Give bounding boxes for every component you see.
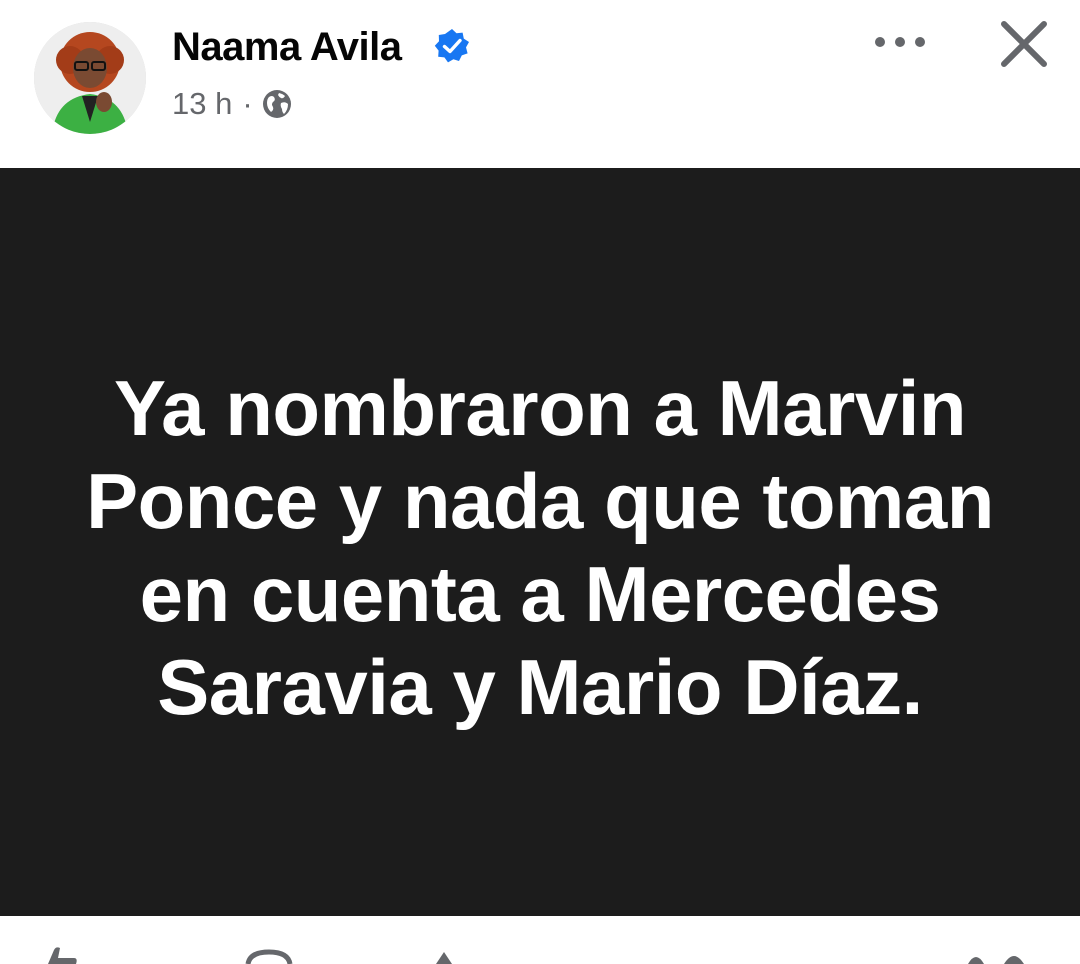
verified-badge-icon [434, 29, 469, 63]
reactions-icon[interactable] [958, 944, 1038, 964]
timestamp[interactable]: 13 h [172, 86, 232, 122]
avatar-image [34, 22, 146, 134]
post-text-image[interactable]: Ya nombraron a Marvin Ponce y nada que t… [0, 168, 1080, 916]
like-icon[interactable] [40, 944, 80, 964]
post-actions-bar [0, 916, 1080, 964]
author-name[interactable]: Naama Avila [172, 22, 402, 72]
globe-icon[interactable] [261, 88, 293, 120]
meta-separator: · [242, 86, 253, 121]
share-icon[interactable] [430, 944, 460, 964]
comment-icon[interactable] [244, 944, 294, 964]
post-meta: 13 h · [172, 84, 293, 124]
post-header: Naama Avila 13 h · [0, 0, 1080, 168]
more-options-icon[interactable] [868, 22, 932, 62]
post-text: Ya nombraron a Marvin Ponce y nada que t… [86, 364, 994, 731]
close-icon[interactable] [996, 16, 1052, 72]
avatar[interactable] [34, 22, 146, 134]
